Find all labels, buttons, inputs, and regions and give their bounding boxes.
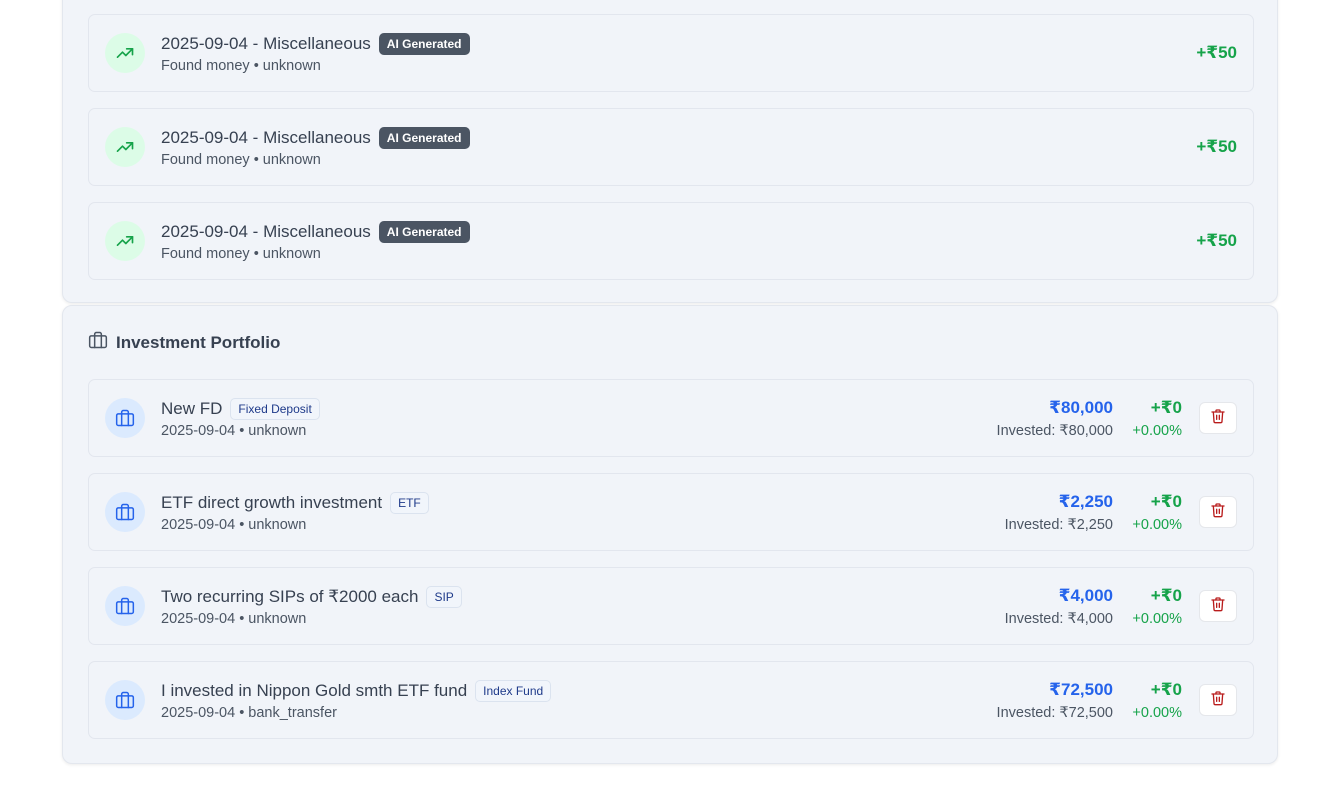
trending-up-icon	[105, 221, 145, 261]
transaction-subtitle: Found money • unknown	[161, 246, 321, 262]
gain-amount: +₹0	[1150, 586, 1182, 605]
investment-type-badge: Fixed Deposit	[230, 398, 320, 420]
gain-percent: +0.00%	[1132, 611, 1182, 627]
investment-subtitle: 2025-09-04 • unknown	[161, 423, 307, 439]
investment-portfolio-card: Investment Portfolio New FD Fixed Deposi…	[62, 305, 1278, 764]
briefcase-icon	[88, 330, 108, 355]
transaction-row[interactable]: 2025-09-04 - Miscellaneous AI Generated …	[88, 202, 1254, 280]
transaction-subtitle: Found money • unknown	[161, 58, 321, 74]
portfolio-header: Investment Portfolio	[88, 330, 280, 355]
ai-generated-badge: AI Generated	[378, 33, 470, 55]
delete-button[interactable]	[1199, 496, 1237, 528]
invested-amount: Invested: ₹80,000	[996, 423, 1113, 439]
investment-type-badge: ETF	[390, 492, 429, 514]
transaction-title: 2025-09-04 - Miscellaneous	[161, 128, 371, 147]
investment-subtitle: 2025-09-04 • bank_transfer	[161, 705, 337, 721]
delete-button[interactable]	[1199, 684, 1237, 716]
invested-amount: Invested: ₹4,000	[1004, 611, 1113, 627]
ai-generated-badge: AI Generated	[378, 221, 470, 243]
transaction-subtitle: Found money • unknown	[161, 152, 321, 168]
current-value: ₹80,000	[1049, 398, 1113, 417]
gain-amount: +₹0	[1150, 492, 1182, 511]
section-title: Investment Portfolio	[116, 332, 281, 352]
briefcase-icon	[105, 680, 145, 720]
investment-row[interactable]: I invested in Nippon Gold smth ETF fund …	[88, 661, 1254, 739]
delete-button[interactable]	[1199, 402, 1237, 434]
trash-icon	[1210, 596, 1226, 617]
transaction-amount: +₹50	[1196, 137, 1237, 156]
transaction-title: 2025-09-04 - Miscellaneous	[161, 222, 371, 241]
briefcase-icon	[105, 492, 145, 532]
investment-row[interactable]: Two recurring SIPs of ₹2000 each SIP 202…	[88, 567, 1254, 645]
transaction-row[interactable]: 2025-09-04 - Miscellaneous AI Generated …	[88, 14, 1254, 92]
trending-up-icon	[105, 33, 145, 73]
gain-amount: +₹0	[1150, 680, 1182, 699]
investment-type-badge: Index Fund	[475, 680, 552, 702]
investment-name: ETF direct growth investment	[161, 493, 383, 512]
investment-name: I invested in Nippon Gold smth ETF fund	[161, 681, 468, 700]
delete-button[interactable]	[1199, 590, 1237, 622]
transactions-card: 2025-09-04 - Miscellaneous AI Generated …	[62, 0, 1278, 303]
trash-icon	[1210, 408, 1226, 429]
investment-type-badge: SIP	[426, 586, 462, 608]
current-value: ₹4,000	[1058, 586, 1113, 605]
trash-icon	[1210, 502, 1226, 523]
current-value: ₹2,250	[1058, 492, 1113, 511]
gain-percent: +0.00%	[1132, 705, 1182, 721]
investment-name: Two recurring SIPs of ₹2000 each	[161, 587, 419, 606]
investment-row[interactable]: New FD Fixed Deposit 2025-09-04 • unknow…	[88, 379, 1254, 457]
investment-subtitle: 2025-09-04 • unknown	[161, 611, 307, 627]
invested-amount: Invested: ₹72,500	[996, 705, 1113, 721]
ai-generated-badge: AI Generated	[378, 127, 470, 149]
investment-subtitle: 2025-09-04 • unknown	[161, 517, 307, 533]
transaction-title: 2025-09-04 - Miscellaneous	[161, 34, 371, 53]
investment-name: New FD	[161, 399, 223, 418]
briefcase-icon	[105, 586, 145, 626]
trending-up-icon	[105, 127, 145, 167]
gain-amount: +₹0	[1150, 398, 1182, 417]
current-value: ₹72,500	[1049, 680, 1113, 699]
invested-amount: Invested: ₹2,250	[1004, 517, 1113, 533]
trash-icon	[1210, 690, 1226, 711]
gain-percent: +0.00%	[1132, 517, 1182, 533]
briefcase-icon	[105, 398, 145, 438]
transaction-amount: +₹50	[1196, 231, 1237, 250]
transaction-amount: +₹50	[1196, 43, 1237, 62]
investment-row[interactable]: ETF direct growth investment ETF 2025-09…	[88, 473, 1254, 551]
transaction-row[interactable]: 2025-09-04 - Miscellaneous AI Generated …	[88, 108, 1254, 186]
gain-percent: +0.00%	[1132, 423, 1182, 439]
